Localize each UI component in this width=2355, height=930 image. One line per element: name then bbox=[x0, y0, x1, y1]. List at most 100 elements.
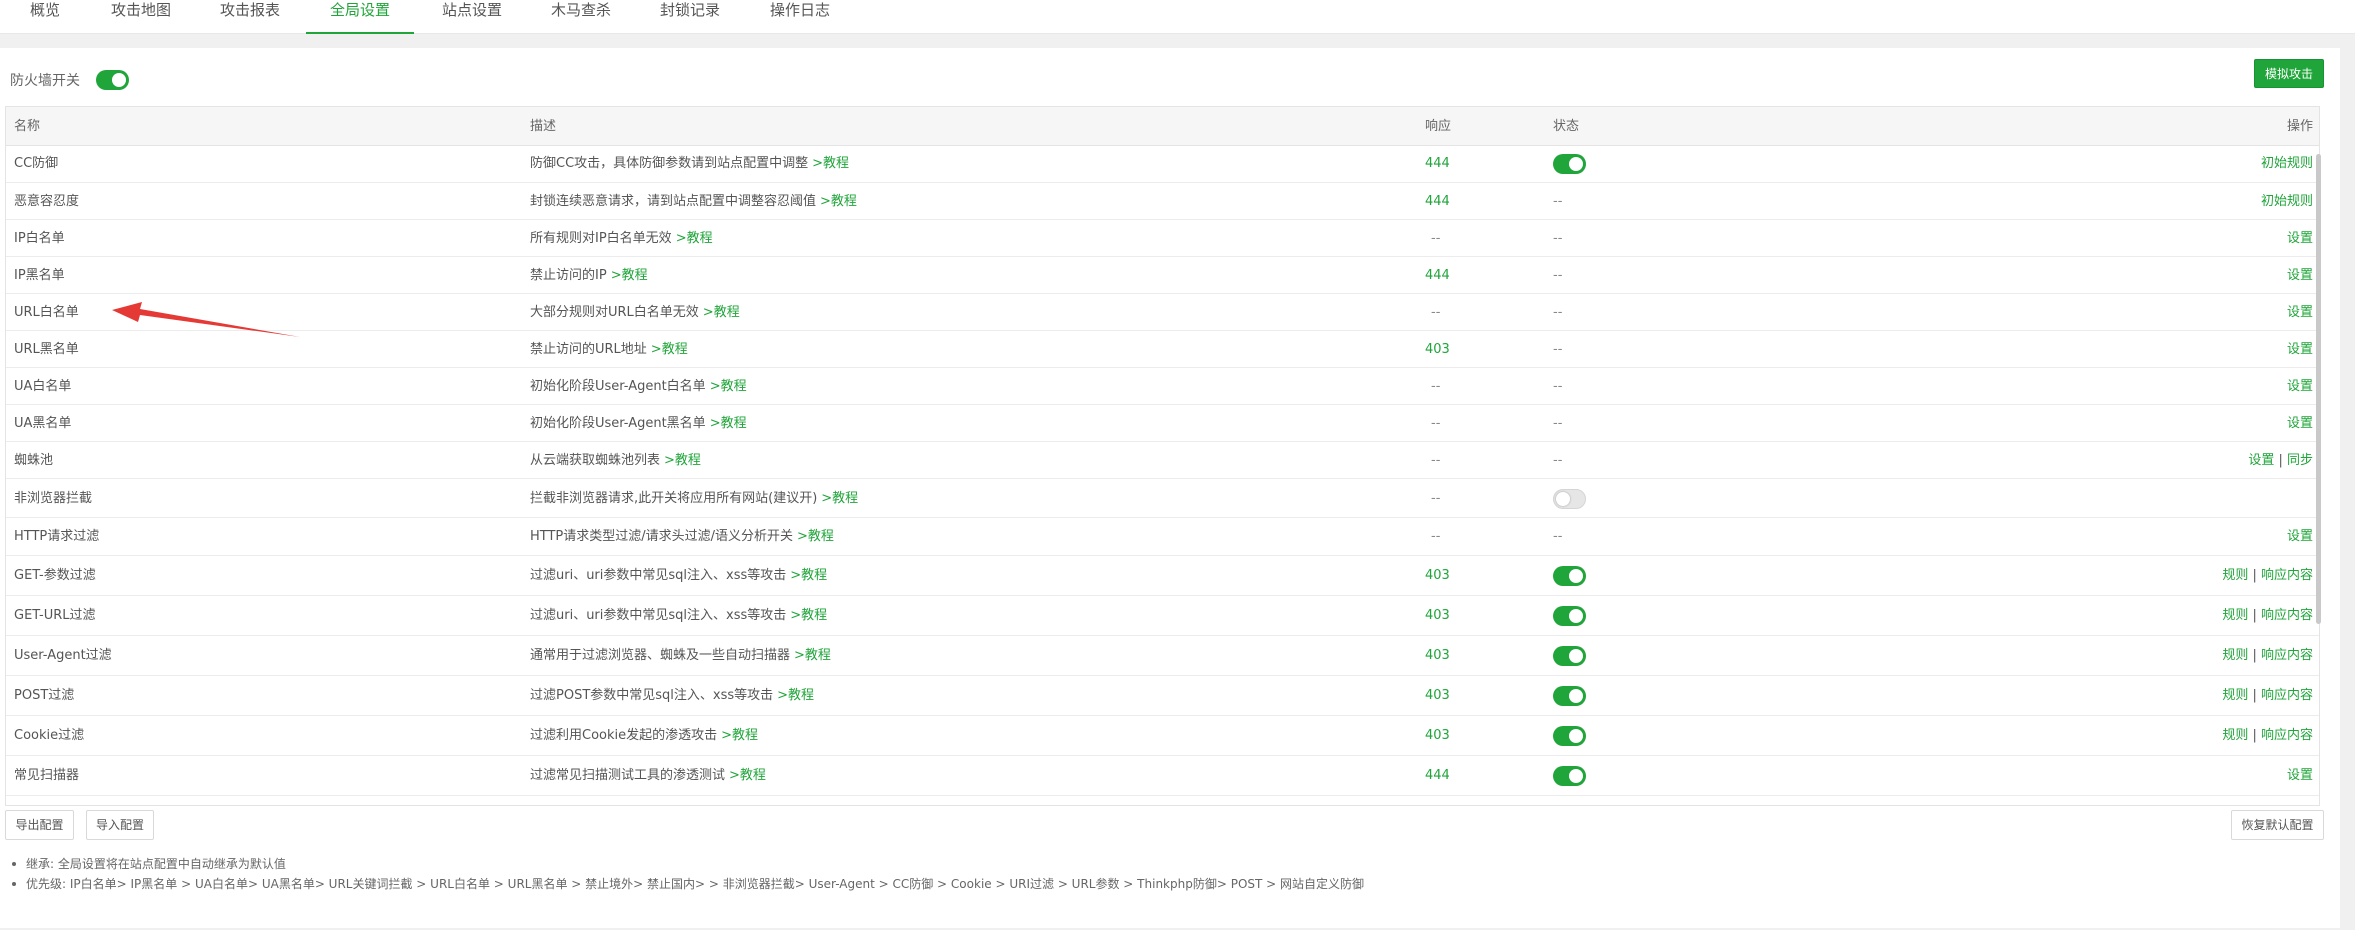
table-row: IP白名单 所有规则对IP白名单无效 >教程 -- -- 设置 bbox=[6, 220, 2319, 257]
header-response: 响应 bbox=[1425, 119, 1452, 134]
rule-description-text: 禁止访问的URL地址 bbox=[530, 342, 647, 357]
tab-0[interactable]: 概览 bbox=[30, 0, 60, 34]
table-row: 蜘蛛池 从云端获取蜘蛛池列表 >教程 -- -- 设置 | 同步 bbox=[6, 442, 2319, 479]
tab-2[interactable]: 攻击报表 bbox=[219, 0, 281, 34]
rule-action-link[interactable]: 规则 bbox=[2222, 608, 2248, 623]
tab-7[interactable]: 操作日志 bbox=[769, 0, 831, 34]
rule-action-link[interactable]: 规则 bbox=[2222, 648, 2248, 663]
rule-name: UA黑名单 bbox=[14, 416, 72, 431]
rule-actions: 设置 bbox=[2287, 257, 2313, 294]
tutorial-link[interactable]: >教程 bbox=[703, 305, 740, 320]
table-header: 名称 描述 响应 状态 操作 bbox=[6, 107, 2319, 146]
restore-default-button[interactable]: 恢复默认配置 bbox=[2231, 810, 2324, 840]
tutorial-link[interactable]: >教程 bbox=[797, 529, 834, 544]
rule-description: 过滤常见扫描测试工具的渗透测试 >教程 bbox=[530, 756, 766, 796]
rule-action-link[interactable]: 响应内容 bbox=[2261, 728, 2313, 743]
rule-status-toggle[interactable] bbox=[1553, 606, 1586, 626]
rule-status-toggle[interactable] bbox=[1553, 726, 1586, 746]
tab-1[interactable]: 攻击地图 bbox=[110, 0, 172, 34]
rule-actions: 初始规则 bbox=[2261, 183, 2313, 220]
rule-description: 从云端获取蜘蛛池列表 >教程 bbox=[530, 442, 701, 479]
action-separator: | bbox=[2248, 568, 2261, 583]
rule-action-link[interactable]: 设置 bbox=[2287, 416, 2313, 431]
rule-status-toggle[interactable] bbox=[1553, 686, 1586, 706]
rule-name: GET-URL过滤 bbox=[14, 608, 96, 623]
tutorial-link[interactable]: >教程 bbox=[729, 768, 766, 783]
tutorial-link[interactable]: >教程 bbox=[812, 156, 849, 171]
tutorial-link[interactable]: >教程 bbox=[820, 194, 857, 209]
table-row: GET-参数过滤 过滤uri、uri参数中常见sql注入、xss等攻击 >教程 403… bbox=[6, 556, 2319, 596]
rule-response-code: -- bbox=[1431, 453, 1441, 468]
rule-action-link[interactable]: 同步 bbox=[2287, 453, 2313, 468]
rule-action-link[interactable]: 规则 bbox=[2222, 688, 2248, 703]
rule-description-text: 拦截非浏览器请求,此开关将应用所有网站(建议开) bbox=[530, 491, 818, 506]
rule-actions: 设置 bbox=[2287, 368, 2313, 405]
header-action: 操作 bbox=[2286, 119, 2313, 134]
rule-status: -- bbox=[1553, 342, 1563, 357]
rule-action-link[interactable]: 设置 bbox=[2287, 268, 2313, 283]
rule-description-text: 通常用于过滤浏览器、蜘蛛及一些自动扫描器 bbox=[530, 648, 791, 663]
tutorial-link[interactable]: >教程 bbox=[790, 568, 827, 583]
rule-status: -- bbox=[1553, 416, 1563, 431]
tutorial-link[interactable]: >教程 bbox=[664, 453, 701, 468]
tab-3[interactable]: 全局设置 bbox=[306, 0, 414, 34]
rule-response-code: 403 bbox=[1425, 608, 1450, 623]
rule-action-link[interactable]: 设置 bbox=[2287, 231, 2313, 246]
rule-action-link[interactable]: 设置 bbox=[2287, 768, 2313, 783]
rule-description: 封锁连续恶意请求，请到站点配置中调整容忍阈值 >教程 bbox=[530, 183, 857, 220]
tutorial-link[interactable]: >教程 bbox=[777, 688, 814, 703]
firewall-toggle[interactable] bbox=[96, 70, 129, 90]
rule-action-link[interactable]: 初始规则 bbox=[2261, 194, 2313, 209]
rule-description: 拦截非浏览器请求,此开关将应用所有网站(建议开) >教程 bbox=[530, 479, 858, 518]
rule-action-link[interactable]: 响应内容 bbox=[2261, 688, 2313, 703]
rule-status-toggle[interactable] bbox=[1553, 154, 1586, 174]
rule-name: IP白名单 bbox=[14, 231, 65, 246]
rule-action-link[interactable]: 设置 bbox=[2287, 342, 2313, 357]
rule-response-code: -- bbox=[1431, 379, 1441, 394]
rule-action-link[interactable]: 初始规则 bbox=[2261, 156, 2313, 171]
rule-status-toggle[interactable] bbox=[1553, 766, 1586, 786]
rule-action-link[interactable]: 规则 bbox=[2222, 728, 2248, 743]
rule-action-link[interactable]: 设置 bbox=[2287, 529, 2313, 544]
tab-5[interactable]: 木马查杀 bbox=[550, 0, 612, 34]
tutorial-link[interactable]: >教程 bbox=[676, 231, 713, 246]
rule-action-link[interactable]: 设置 bbox=[2287, 379, 2313, 394]
tab-6[interactable]: 封锁记录 bbox=[659, 0, 721, 34]
tutorial-link[interactable]: >教程 bbox=[821, 491, 858, 506]
rule-name: IP黑名单 bbox=[14, 268, 65, 283]
table-row: 常见扫描器 过滤常见扫描测试工具的渗透测试 >教程 444 设置 bbox=[6, 756, 2319, 796]
rule-description-text: 禁止访问的IP bbox=[530, 268, 607, 283]
simulate-attack-button[interactable]: 模拟攻击 bbox=[2254, 59, 2324, 88]
rule-action-link[interactable]: 响应内容 bbox=[2261, 568, 2313, 583]
rule-status-toggle[interactable] bbox=[1553, 566, 1586, 586]
rule-description-text: 封锁连续恶意请求，请到站点配置中调整容忍阈值 bbox=[530, 194, 817, 209]
rule-actions: 设置 bbox=[2287, 518, 2313, 556]
tutorial-link[interactable]: >教程 bbox=[721, 728, 758, 743]
table-row: UA黑名单 初始化阶段User-Agent黑名单 >教程 -- -- 设置 bbox=[6, 405, 2319, 442]
rule-description: 过滤POST参数中常见sql注入、xss等攻击 >教程 bbox=[530, 676, 814, 716]
tutorial-link[interactable]: >教程 bbox=[710, 416, 747, 431]
rule-action-link[interactable]: 响应内容 bbox=[2261, 608, 2313, 623]
tutorial-link[interactable]: >教程 bbox=[651, 342, 688, 357]
import-config-button[interactable]: 导入配置 bbox=[86, 810, 154, 840]
rule-description: 过滤uri、uri参数中常见sql注入、xss等攻击 >教程 bbox=[530, 596, 827, 636]
tutorial-link[interactable]: >教程 bbox=[794, 648, 831, 663]
rule-action-link[interactable]: 规则 bbox=[2222, 568, 2248, 583]
tab-4[interactable]: 站点设置 bbox=[441, 0, 503, 34]
note-priority: 优先级: IP白名单> IP黑名单 > UA白名单> UA黑名单> URL关键词… bbox=[12, 874, 1364, 894]
table-row: User-Agent过滤 通常用于过滤浏览器、蜘蛛及一些自动扫描器 >教程 403 规则… bbox=[6, 636, 2319, 676]
tutorial-link[interactable]: >教程 bbox=[611, 268, 648, 283]
export-config-button[interactable]: 导出配置 bbox=[5, 810, 74, 840]
rule-action-link[interactable]: 设置 bbox=[2287, 305, 2313, 320]
tutorial-link[interactable]: >教程 bbox=[710, 379, 747, 394]
rule-status-toggle[interactable] bbox=[1553, 646, 1586, 666]
tutorial-link[interactable]: >教程 bbox=[790, 608, 827, 623]
rule-status-toggle[interactable] bbox=[1553, 489, 1586, 509]
rule-response-code: 403 bbox=[1425, 342, 1450, 357]
rule-action-link[interactable]: 响应内容 bbox=[2261, 648, 2313, 663]
table-scrollbar[interactable] bbox=[2316, 154, 2321, 624]
rule-action-link[interactable]: 设置 bbox=[2248, 453, 2274, 468]
rule-description-text: 初始化阶段User-Agent黑名单 bbox=[530, 416, 706, 431]
rule-response-code: 403 bbox=[1425, 728, 1450, 743]
rule-status: -- bbox=[1553, 305, 1563, 320]
